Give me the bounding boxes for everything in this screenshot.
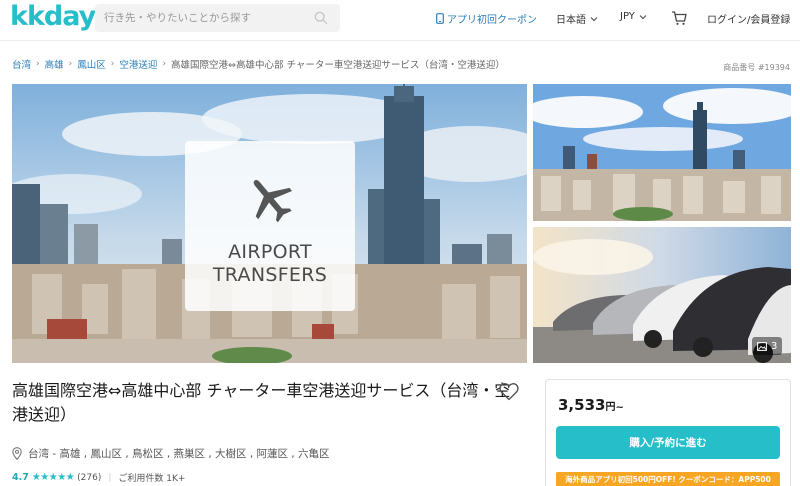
breadcrumb-item-taiwan[interactable]: 台湾 <box>12 57 31 71</box>
breadcrumb-item-kaohsiung[interactable]: 高雄 <box>45 57 64 71</box>
rating-summary: 4.7 ★★★★★ (276) | ご利用件数 1K+ <box>12 471 185 484</box>
app-coupon-label: アプリ初回クーポン <box>447 15 537 26</box>
top-header: kkday アプリ初回クーポン 日本語 JPY ログイン/会員登録 <box>0 0 800 36</box>
airport-transfers-text: AIRPORT TRANSFERS <box>213 241 327 287</box>
header-divider <box>0 40 800 41</box>
photo-count-badge[interactable]: 3 <box>752 337 783 355</box>
search-icon[interactable] <box>314 11 328 25</box>
map-pin-icon <box>12 447 22 460</box>
rating-score: 4.7 <box>12 472 29 483</box>
star-rating: ★★★★★ <box>31 472 75 483</box>
search-input[interactable] <box>104 12 304 24</box>
promo-banner[interactable]: 海外商品アプリ初回500円OFF! クーポンコード：APP500 <box>556 472 780 486</box>
kkday-logo[interactable]: kkday <box>10 2 96 32</box>
location-text: 台湾 - 高雄 , 鳳山区 , 鳥松区 , 燕巣区 , 大樹区 , 阿蓮区 , … <box>28 448 330 460</box>
image-icon <box>757 341 767 351</box>
product-location: 台湾 - 高雄 , 鳳山区 , 鳥松区 , 燕巣区 , 大樹区 , 阿蓮区 , … <box>12 446 330 461</box>
rating-divider: | <box>108 472 112 483</box>
price-suffix: 円~ <box>605 402 624 413</box>
app-coupon-link[interactable]: アプリ初回クーポン <box>436 11 537 26</box>
product-number: 商品番号 #19394 <box>723 63 790 72</box>
breadcrumb-separator: › <box>162 59 166 69</box>
currency-label: JPY <box>620 11 635 22</box>
phone-icon <box>436 13 444 24</box>
breadcrumb-item-airport-transfer[interactable]: 空港送迎 <box>119 57 157 71</box>
price: 3,533円~ <box>558 396 624 414</box>
book-button[interactable]: 購入/予約に進む <box>556 426 780 459</box>
breadcrumb-separator: › <box>36 59 40 69</box>
currency-selector[interactable]: JPY <box>620 11 647 22</box>
breadcrumb: 台湾 › 高雄 › 鳳山区 › 空港送迎 › 高雄国際空港⇔高雄中心部 チャータ… <box>12 57 505 71</box>
chevron-down-icon <box>639 14 647 19</box>
review-count[interactable]: (276) <box>77 473 101 483</box>
booking-panel: 3,533円~ 購入/予約に進む 海外商品アプリ初回500円OFF! クーポンコ… <box>545 379 791 486</box>
photo-count-label: 3 <box>771 340 778 352</box>
usage-count: ご利用件数 1K+ <box>118 474 186 484</box>
breadcrumb-current: 高雄国際空港⇔高雄中心部 チャーター車空港送迎サービス（台湾・空港送迎） <box>171 60 505 71</box>
login-link[interactable]: ログイン/会員登録 <box>707 11 790 26</box>
breadcrumb-separator: › <box>68 59 73 69</box>
airport-transfers-card: AIRPORT TRANSFERS <box>185 141 355 311</box>
breadcrumb-separator: › <box>110 59 115 69</box>
cart-icon[interactable] <box>671 10 687 26</box>
side-photo-city[interactable] <box>533 84 791 221</box>
airplane-icon <box>253 180 292 223</box>
chevron-down-icon <box>590 16 598 21</box>
overlay-line-2: TRANSFERS <box>212 264 328 286</box>
language-selector[interactable]: 日本語 <box>556 11 598 26</box>
language-label: 日本語 <box>556 15 586 26</box>
search-bar[interactable] <box>95 4 340 32</box>
city-image <box>533 84 791 221</box>
breadcrumb-item-fengshan[interactable]: 鳳山区 <box>77 57 106 71</box>
price-value: 3,533 <box>558 396 606 414</box>
overlay-line-1: AIRPORT <box>228 241 312 263</box>
product-title: 高雄国際空港⇔高雄中心部 チャーター車空港送迎サービス（台湾・空港送迎） <box>12 381 511 424</box>
heart-icon[interactable] <box>499 382 519 401</box>
